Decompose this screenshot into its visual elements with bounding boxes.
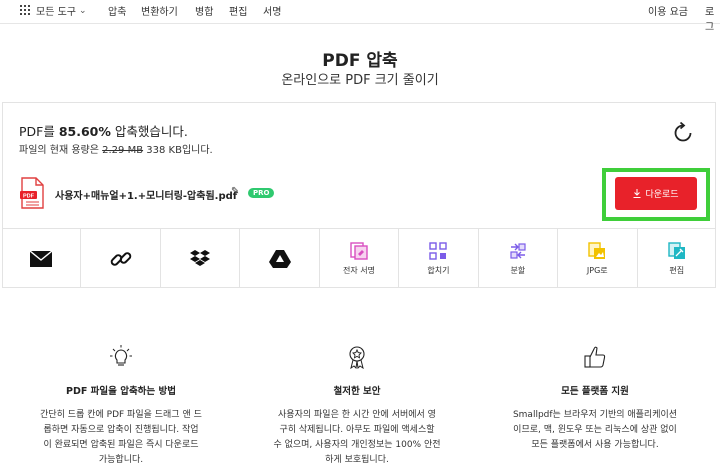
status-suffix: 압축했습니다.	[110, 124, 188, 139]
feature-line: 모든 플랫폼에서 사용 가능합니다.	[531, 440, 659, 450]
tool-edit[interactable]: 편집	[638, 229, 716, 288]
tool-esign[interactable]: 전자 서명	[320, 229, 400, 288]
download-button[interactable]: 다운로드	[615, 177, 697, 210]
nav-pricing[interactable]: 이용 요금	[648, 3, 688, 18]
esign-icon	[350, 241, 368, 260]
feature-line: 가능합니다.	[98, 455, 144, 465]
page-title: PDF 압축	[322, 51, 398, 71]
size-prefix: 파일의 현재 용량은	[19, 145, 103, 156]
tool-edit-label: 편집	[669, 265, 685, 275]
feature-title: 모든 플랫폼 지원	[561, 386, 629, 397]
tool-to-jpg[interactable]: JPG로	[558, 229, 638, 288]
apps-grid-icon[interactable]	[20, 5, 30, 15]
new-size: 338 KB입니다.	[143, 145, 213, 156]
chevron-down-icon: ⌄	[78, 5, 87, 16]
tool-google-drive[interactable]	[240, 229, 320, 288]
feature-line: 수 없으며, 사용자의 개인정보는 100% 안전	[273, 440, 441, 450]
feature-title: 철저한 보안	[333, 386, 381, 397]
pdf-file-icon: PDF	[20, 177, 44, 209]
mail-icon	[30, 250, 53, 267]
split-icon	[510, 242, 526, 259]
nav-login[interactable]: 로그	[705, 3, 720, 33]
feature-line: 이 완료되면 압축된 파일은 즉시 다운로드	[43, 440, 199, 450]
feature-line: 이므로, 맥, 윈도우 또는 리눅스에 상관 없이	[513, 425, 677, 435]
share-and-tools-row: 전자 서명 합치기 분할 JPG로 편집	[2, 228, 716, 288]
status-prefix: PDF를	[19, 124, 59, 139]
pro-badge: PRO	[248, 188, 275, 198]
all-tools-menu[interactable]: 모든 도구 ⌄	[36, 3, 87, 19]
tool-merge-label: 합치기	[427, 265, 450, 275]
nav-edit[interactable]: 편집	[229, 3, 247, 18]
feature-description: 사용자의 파일은 한 시간 안에 서버에서 영 구히 삭제됩니다. 아무도 파일…	[252, 408, 462, 468]
feature-title: PDF 파일을 압축하는 방법	[66, 386, 176, 397]
download-icon	[633, 189, 641, 198]
dropbox-icon	[190, 249, 211, 266]
feature-line: 롭하면 자동으로 압축이 진행됩니다. 작업	[43, 425, 199, 435]
feature-platforms: 모든 플랫폼 지원 Smallpdf는 브라우저 기반의 애플리케이션 이므로,…	[490, 345, 700, 453]
feature-how-to: PDF 파일을 압축하는 방법 간단히 드롭 칸에 PDF 파일을 드래그 앤 …	[16, 345, 226, 468]
svg-text:PDF: PDF	[23, 194, 35, 200]
rename-pencil-icon[interactable]: ✎	[231, 186, 239, 197]
tool-copy-link[interactable]	[81, 229, 161, 288]
nav-merge[interactable]: 병합	[195, 3, 213, 18]
link-icon	[110, 251, 131, 266]
file-size-line: 파일의 현재 용량은 2.29 MB 338 KB입니다.	[19, 141, 213, 156]
download-label: 다운로드	[645, 190, 679, 200]
compression-status: PDF를 85.60% 압축했습니다.	[19, 121, 188, 140]
feature-description: 간단히 드롭 칸에 PDF 파일을 드래그 앤 드 롭하면 자동으로 압축이 진…	[16, 408, 226, 468]
nav-sign[interactable]: 서명	[263, 3, 281, 18]
medal-icon	[349, 346, 365, 369]
old-size: 2.29 MB	[102, 145, 144, 156]
feature-line: 사용자의 파일은 한 시간 안에 서버에서 영	[278, 410, 436, 420]
tool-split-label: 분할	[510, 265, 526, 275]
tool-merge[interactable]: 합치기	[399, 229, 479, 288]
feature-line: 간단히 드롭 칸에 PDF 파일을 드래그 앤 드	[40, 410, 202, 420]
restart-icon[interactable]	[670, 120, 696, 146]
page-subtitle: 온라인으로 PDF 크기 줄이기	[281, 73, 439, 88]
lightbulb-icon	[110, 345, 132, 366]
all-tools-label: 모든 도구	[36, 7, 76, 18]
feature-description: Smallpdf는 브라우저 기반의 애플리케이션 이므로, 맥, 윈도우 또는…	[490, 408, 700, 453]
compression-percent: 85.60%	[58, 124, 111, 139]
tool-split[interactable]: 분할	[479, 229, 559, 288]
jpg-icon	[588, 241, 606, 259]
file-name: 사용자+매뉴얼+1.+모니터링-압축됨.pdf	[55, 191, 238, 202]
file-row: PDF 사용자+매뉴얼+1.+모니터링-압축됨.pdf ✎ PRO	[19, 177, 599, 211]
tool-email[interactable]	[2, 229, 82, 288]
feature-line: 하게 보호됩니다.	[325, 455, 389, 465]
google-drive-icon	[268, 249, 291, 268]
nav-compress[interactable]: 압축	[108, 3, 126, 18]
top-nav: 모든 도구 ⌄ 압축 변환하기 병합 편집 서명 이용 요금 로그	[0, 0, 720, 33]
feature-line: 구히 삭제됩니다. 아무도 파일에 액세스할	[279, 425, 435, 435]
feature-line: Smallpdf는 브라우저 기반의 애플리케이션	[512, 410, 678, 420]
feature-security: 철저한 보안 사용자의 파일은 한 시간 안에 서버에서 영 구히 삭제됩니다.…	[252, 345, 462, 468]
tool-dropbox[interactable]	[161, 229, 241, 288]
merge-icon	[429, 241, 448, 260]
tool-esign-label: 전자 서명	[342, 265, 375, 275]
tool-to-jpg-label: JPG로	[586, 265, 608, 275]
thumbs-up-icon	[584, 346, 606, 368]
nav-convert[interactable]: 변환하기	[141, 3, 178, 18]
edit-icon	[668, 241, 685, 259]
